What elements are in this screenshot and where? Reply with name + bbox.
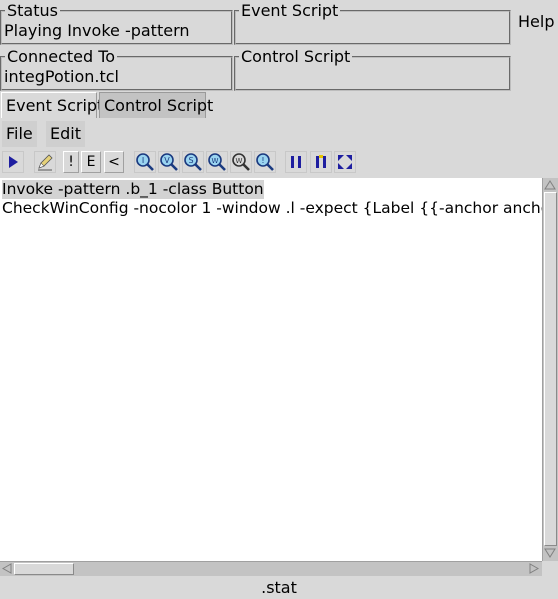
zoom-v-button[interactable]: V — [158, 151, 180, 173]
zoom-v-icon: V — [160, 153, 178, 171]
svg-text:!: ! — [261, 156, 264, 165]
e-button[interactable]: E — [81, 151, 101, 173]
expand-icon — [338, 155, 352, 169]
bang-label: ! — [68, 154, 74, 170]
lt-label: < — [108, 154, 120, 170]
svg-text:W: W — [236, 157, 243, 165]
play-icon — [9, 156, 18, 168]
toolbar: ! E < I V S W W ! — [0, 150, 558, 176]
script-line: Invoke -pattern .b_1 -class Button — [2, 180, 264, 199]
svg-text:I: I — [142, 156, 144, 165]
vertical-scroll-thumb[interactable] — [544, 192, 557, 546]
zoom-m-button[interactable]: W — [230, 151, 252, 173]
help-button[interactable]: Help — [518, 12, 554, 31]
zoom-w-icon: W — [208, 153, 226, 171]
svg-text:V: V — [164, 156, 170, 165]
tab-control-script[interactable]: Control Script — [99, 92, 213, 118]
zoom-m-icon: W — [232, 153, 250, 171]
zoom-w-button[interactable]: W — [206, 151, 228, 173]
back-button[interactable]: < — [104, 151, 124, 173]
connected-to-frame: Connected To integPotion.tcl — [0, 48, 233, 91]
script-text-area[interactable]: Invoke -pattern .b_1 -class Button Check… — [0, 178, 542, 561]
bang-button[interactable]: ! — [63, 151, 79, 173]
zoom-s-icon: S — [184, 153, 202, 171]
svg-text:S: S — [188, 156, 193, 165]
expand-button[interactable] — [334, 151, 356, 173]
status-frame-title: Status — [5, 1, 60, 20]
app-window: Status Playing Invoke -pattern .b. Event… — [0, 0, 558, 599]
status-frame: Status Playing Invoke -pattern .b. — [0, 2, 233, 45]
tab-event-script[interactable]: Event Script — [1, 92, 103, 118]
zoom-i-icon: I — [136, 153, 154, 171]
pause-button[interactable] — [285, 151, 307, 173]
horizontal-scroll-thumb[interactable] — [14, 563, 74, 575]
connected-to-frame-title: Connected To — [5, 47, 118, 66]
menu-edit[interactable]: Edit — [46, 121, 85, 147]
status-bar: .stat — [261, 578, 297, 597]
control-script-frame-title: Control Script — [239, 47, 353, 66]
pencil-icon — [38, 154, 53, 171]
svg-text:W: W — [212, 157, 219, 165]
pause-step-icon — [316, 155, 326, 168]
scroll-down-arrow-icon[interactable] — [543, 547, 557, 559]
scroll-right-arrow-icon[interactable] — [528, 562, 540, 575]
edit-button[interactable] — [34, 151, 56, 173]
zoom-l-button[interactable]: ! — [254, 151, 276, 173]
scroll-up-arrow-icon[interactable] — [543, 179, 557, 191]
zoom-i-button[interactable]: I — [134, 151, 156, 173]
menubar: File Edit — [0, 118, 558, 148]
control-script-frame: Control Script — [234, 48, 511, 91]
horizontal-scrollbar[interactable] — [0, 561, 542, 576]
zoom-l-icon: ! — [256, 153, 274, 171]
script-line: CheckWinConfig -nocolor 1 -window .l -ex… — [2, 199, 542, 217]
pause-step-button[interactable] — [310, 151, 332, 173]
scrollbar-corner — [542, 561, 558, 576]
connected-to-value: integPotion.tcl — [4, 67, 119, 86]
event-script-frame: Event Script — [234, 2, 511, 45]
status-value: Playing Invoke -pattern .b. — [4, 21, 189, 40]
pause-icon — [291, 156, 301, 168]
e-label: E — [86, 154, 96, 170]
menu-file[interactable]: File — [2, 121, 37, 147]
scroll-left-arrow-icon[interactable] — [1, 562, 13, 575]
vertical-scrollbar[interactable] — [542, 178, 558, 561]
zoom-s-button[interactable]: S — [182, 151, 204, 173]
play-button[interactable] — [2, 151, 24, 173]
event-script-frame-title: Event Script — [239, 1, 341, 20]
